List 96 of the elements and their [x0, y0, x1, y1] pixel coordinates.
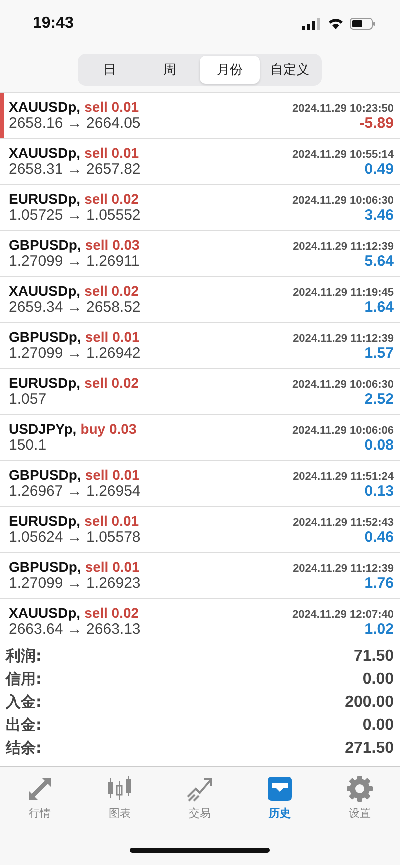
- trade-row[interactable]: XAUUSDp, sell 0.01 2024.11.29 10:55:14 2658.31 → 2657.82 0.49: [0, 139, 400, 185]
- symbol-label: GBPUSDp,: [9, 237, 82, 253]
- price-range: 2658.16 → 2664.05: [9, 115, 141, 132]
- profit-value: 1.02: [364, 621, 394, 638]
- period-tab[interactable]: 周: [140, 56, 200, 84]
- trade-row[interactable]: GBPUSDp, sell 0.01 2024.11.29 11:12:39 1.27099 → 1.26942 1.57: [0, 323, 400, 369]
- profit-value: 1.64: [364, 299, 394, 316]
- trade-type: sell 0.02: [84, 283, 140, 299]
- price-range: 1.27099 → 1.26942: [9, 345, 141, 362]
- price-range: 1.057: [9, 391, 47, 408]
- price-range: 150.1: [9, 437, 47, 454]
- trade-time: 2024.11.29 10:55:14: [292, 149, 394, 161]
- summary-label: 出金:: [6, 716, 42, 735]
- trade-time: 2024.11.29 11:12:39: [293, 241, 394, 253]
- trade-type: buy 0.03: [80, 421, 137, 437]
- trade-type: sell 0.01: [84, 145, 140, 161]
- symbol-label: GBPUSDp,: [9, 559, 82, 575]
- period-tab[interactable]: 月份: [200, 56, 260, 84]
- symbol-label: GBPUSDp,: [9, 467, 82, 483]
- profit-value: 1.57: [364, 345, 394, 362]
- trade-row[interactable]: EURUSDp, sell 0.02 2024.11.29 10:06:30 1.057 2.52: [0, 369, 400, 415]
- profit-value: 0.49: [364, 161, 394, 178]
- summary-value: 0.00: [362, 670, 394, 688]
- trade-time: 2024.11.29 10:06:06: [292, 425, 394, 437]
- summary-value: 0.00: [362, 716, 394, 734]
- profit-value: 2.52: [364, 391, 394, 408]
- price-range: 1.26967 → 1.26954: [9, 483, 141, 500]
- summary-value: 271.50: [345, 740, 394, 758]
- tab-bar-item[interactable]: 历史: [250, 775, 310, 821]
- trade-time: 2024.11.29 11:12:39: [293, 563, 394, 575]
- trade-type: sell 0.02: [84, 191, 140, 207]
- trade-row[interactable]: GBPUSDp, sell 0.03 2024.11.29 11:12:39 1.27099 → 1.26911 5.64: [0, 231, 400, 277]
- trade-time: 2024.11.29 11:52:43: [293, 517, 394, 529]
- symbol-label: XAUUSDp,: [9, 283, 81, 299]
- signal-icon: [302, 18, 322, 30]
- profit-value: -5.89: [360, 115, 394, 132]
- profit-value: 0.46: [364, 529, 394, 546]
- symbol-label: EURUSDp,: [9, 191, 81, 207]
- symbol-label: XAUUSDp,: [9, 99, 81, 115]
- double-arrow-icon: [26, 775, 54, 803]
- inbox-icon: [266, 775, 294, 803]
- trade-row[interactable]: XAUUSDp, sell 0.01 2024.11.29 10:23:50 2658.16 → 2664.05 -5.89: [0, 93, 400, 139]
- symbol-label: GBPUSDp,: [9, 329, 82, 345]
- profit-value: 3.46: [364, 207, 394, 224]
- price-range: 1.05624 → 1.05578: [9, 529, 141, 546]
- trade-type: sell 0.03: [85, 237, 140, 253]
- price-range: 1.27099 → 1.26911: [9, 253, 140, 270]
- price-range: 1.05725 → 1.05552: [9, 207, 141, 224]
- trade-row[interactable]: EURUSDp, sell 0.02 2024.11.29 10:06:30 1.05725 → 1.05552 3.46: [0, 185, 400, 231]
- trend-arrow-icon: [186, 775, 214, 803]
- battery-icon: [350, 18, 376, 30]
- settings-icon: [346, 775, 374, 803]
- summary-value: 71.50: [354, 648, 394, 666]
- status-time: 19:43: [33, 15, 74, 33]
- symbol-label: USDJPYp,: [9, 421, 77, 437]
- trade-row[interactable]: GBPUSDp, sell 0.01 2024.11.29 11:51:24 1.26967 → 1.26954 0.13: [0, 461, 400, 507]
- trade-row[interactable]: XAUUSDp, sell 0.02 2024.11.29 11:19:45 2659.34 → 2658.52 1.64: [0, 277, 400, 323]
- trade-time: 2024.11.29 10:23:50: [292, 103, 394, 115]
- symbol-label: XAUUSDp,: [9, 605, 81, 621]
- trade-row[interactable]: USDJPYp, buy 0.03 2024.11.29 10:06:06 150.1 0.08: [0, 415, 400, 461]
- summary-value: 200.00: [345, 694, 394, 712]
- summary-label: 结余:: [6, 739, 42, 758]
- trade-type: sell 0.02: [84, 605, 140, 621]
- symbol-label: EURUSDp,: [9, 513, 81, 529]
- trade-type: sell 0.01: [84, 99, 140, 115]
- candlestick-icon: [106, 775, 134, 803]
- summary-label: 入金:: [6, 693, 42, 712]
- wifi-icon: [328, 18, 344, 30]
- trade-time: 2024.11.29 11:12:39: [293, 333, 394, 345]
- trade-type: sell 0.01: [85, 467, 140, 483]
- trade-row[interactable]: XAUUSDp, sell 0.02 2024.11.29 12:07:40 2663.64 → 2663.13 1.02: [0, 599, 400, 641]
- profit-value: 5.64: [364, 253, 394, 270]
- profit-value: 1.76: [364, 575, 394, 592]
- trade-type: sell 0.02: [84, 375, 140, 391]
- trade-row[interactable]: GBPUSDp, sell 0.01 2024.11.29 11:12:39 1.27099 → 1.26923 1.76: [0, 553, 400, 599]
- trade-type: sell 0.01: [84, 513, 140, 529]
- price-range: 2658.31 → 2657.82: [9, 161, 141, 178]
- price-range: 1.27099 → 1.26923: [9, 575, 141, 592]
- trade-type: sell 0.01: [85, 329, 140, 345]
- price-range: 2663.64 → 2663.13: [9, 621, 141, 638]
- trade-time: 2024.11.29 12:07:40: [292, 609, 394, 621]
- symbol-label: EURUSDp,: [9, 375, 81, 391]
- period-tab[interactable]: 自定义: [260, 56, 320, 84]
- price-range: 2659.34 → 2658.52: [9, 299, 141, 316]
- trade-row[interactable]: EURUSDp, sell 0.01 2024.11.29 11:52:43 1.05624 → 1.05578 0.46: [0, 507, 400, 553]
- trade-time: 2024.11.29 11:51:24: [293, 471, 394, 483]
- period-tab[interactable]: 日: [80, 56, 140, 84]
- symbol-label: XAUUSDp,: [9, 145, 81, 161]
- summary-label: 信用:: [6, 670, 42, 689]
- trade-time: 2024.11.29 10:06:30: [292, 195, 394, 207]
- trade-time: 2024.11.29 11:19:45: [293, 287, 394, 299]
- profit-value: 0.13: [364, 483, 394, 500]
- profit-value: 0.08: [364, 437, 394, 454]
- summary-label: 利润:: [6, 647, 42, 666]
- trade-type: sell 0.01: [85, 559, 140, 575]
- trade-time: 2024.11.29 10:06:30: [292, 379, 394, 391]
